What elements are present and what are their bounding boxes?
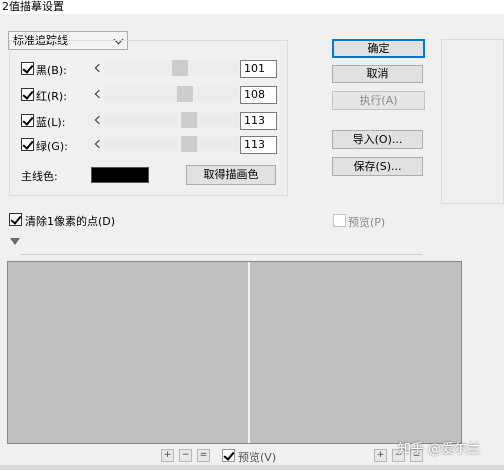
channel-value-input[interactable]: 108: [240, 86, 277, 104]
save-button[interactable]: 保存(S)...: [332, 157, 423, 176]
execute-button[interactable]: 执行(A): [332, 91, 425, 110]
ok-button[interactable]: 确定: [332, 39, 425, 58]
watermark-text: 知乎 @爱尔兰: [398, 442, 481, 457]
main-color-label: 主线色:: [21, 170, 58, 183]
right-zoom-in-button[interactable]: +: [374, 449, 387, 462]
cancel-button[interactable]: 取消: [332, 65, 423, 83]
channel-slider[interactable]: [104, 86, 239, 102]
channel-slider[interactable]: [104, 60, 239, 76]
channel-slider[interactable]: [104, 136, 239, 152]
preview-v-checkbox[interactable]: [222, 449, 235, 462]
remove-1px-checkbox[interactable]: [9, 213, 22, 226]
slider-thumb[interactable]: [181, 136, 197, 152]
channel-label: 蓝(L):: [36, 116, 66, 129]
preview-label: 预览(P): [348, 216, 386, 229]
slider-thumb[interactable]: [172, 60, 188, 76]
channel-value-input[interactable]: 113: [240, 136, 277, 154]
channel-value-input[interactable]: 101: [240, 60, 277, 78]
preview-area[interactable]: [7, 261, 462, 444]
channel-checkbox[interactable]: [21, 138, 34, 151]
fit-button[interactable]: =: [197, 449, 210, 462]
import-button[interactable]: 导入(O)...: [332, 130, 423, 149]
channel-label: 黑(B):: [36, 64, 67, 77]
window-title-bar: 2值描摹设置: [0, 0, 504, 14]
pick-draw-color-button[interactable]: 取得描画色: [186, 165, 276, 185]
channel-label: 绿(G):: [36, 140, 68, 153]
bottom-strip: [0, 465, 504, 470]
channel-label: 红(R):: [36, 90, 67, 103]
window-title: 2值描摹设置: [2, 0, 64, 13]
preview-checkbox[interactable]: [333, 214, 346, 227]
preview-divider: [248, 262, 250, 443]
zoom-out-button[interactable]: −: [179, 449, 192, 462]
zoom-in-button[interactable]: +: [161, 449, 174, 462]
channel-value-input[interactable]: 113: [240, 112, 277, 130]
separator: [20, 254, 422, 255]
collapse-triangle-icon[interactable]: [10, 238, 20, 245]
channel-checkbox[interactable]: [21, 88, 34, 101]
channel-checkbox[interactable]: [21, 62, 34, 75]
main-color-swatch[interactable]: [91, 167, 149, 183]
channel-checkbox[interactable]: [21, 114, 34, 127]
remove-1px-label: 清除1像素的点(D): [25, 215, 116, 228]
channel-slider[interactable]: [104, 112, 239, 128]
preview-v-label: 预览(V): [238, 451, 277, 464]
slider-thumb[interactable]: [177, 86, 193, 102]
slider-thumb[interactable]: [181, 112, 197, 128]
sample-panel: [441, 39, 504, 204]
